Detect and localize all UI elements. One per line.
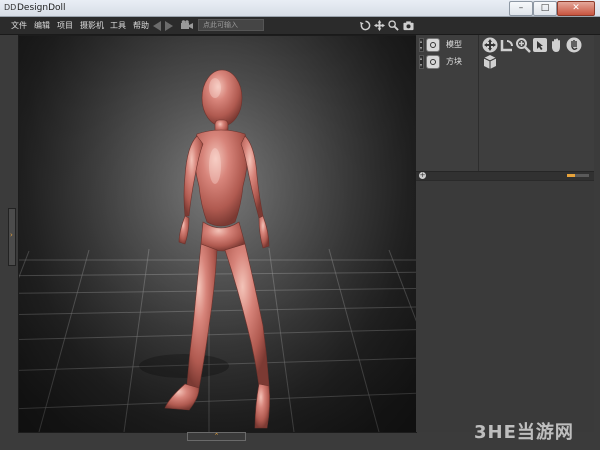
zoom-icon[interactable] [388,20,399,31]
snapshot-icon[interactable] [403,20,414,31]
visibility-icon[interactable] [426,55,440,69]
minimize-button[interactable]: – [509,1,533,16]
chevron-up-icon: ⌃ [213,432,220,440]
rotate-joint-icon[interactable] [499,37,515,53]
layer-label-model: 模型 [446,40,462,49]
move-icon[interactable] [374,20,385,31]
close-button[interactable]: ✕ [557,1,595,16]
layer-row-model[interactable]: 模型 [416,37,478,53]
add-layer-button[interactable]: + [419,172,426,179]
menu-help[interactable]: 帮助 [133,19,149,32]
menu-tools[interactable]: 工具 [110,19,126,32]
redo-icon[interactable] [165,21,173,31]
hand-pose-icon[interactable] [566,37,582,53]
layer-order-stepper[interactable] [419,38,424,52]
command-input[interactable] [198,19,264,31]
figure-shadow [139,354,229,378]
menu-project[interactable]: 项目 [57,19,73,32]
layer-order-stepper[interactable] [419,55,424,69]
menu-bar: 文件 编辑 项目 摄影机 工具 帮助 [0,17,600,35]
hand-icon[interactable] [549,37,565,53]
scene-canvas[interactable] [19,36,416,432]
app-icon: DD [4,3,17,12]
add-icon[interactable] [482,37,498,53]
window-title: DesignDoll [17,3,66,13]
side-panel-toggle[interactable]: › [8,208,16,266]
select-icon[interactable] [532,37,548,53]
undo-icon[interactable] [153,21,161,31]
app-window: DD DesignDoll – □ ✕ 文件 编辑 项目 摄影机 工具 帮助 点… [0,0,600,450]
layer-label-cube: 方块 [446,57,462,66]
cube-icon[interactable] [482,54,498,70]
camera-icon[interactable] [181,20,193,30]
menu-camera[interactable]: 摄影机 [80,19,104,32]
rotate-icon[interactable] [360,20,371,31]
maximize-button[interactable]: □ [533,1,557,16]
visibility-icon[interactable] [426,38,440,52]
watermark-logo: 3HE当游网 [474,422,574,443]
menu-file[interactable]: 文件 [11,19,27,32]
zoom-joint-icon[interactable] [515,37,531,53]
bottom-panel-toggle[interactable]: ⌃ [187,432,246,441]
chevron-right-icon: › [10,231,13,239]
panel-slider[interactable] [567,174,589,177]
title-bar: DD DesignDoll – □ ✕ [0,0,600,17]
panel-divider [478,35,479,171]
panel-slider-fill [567,174,575,177]
menu-edit[interactable]: 编辑 [34,19,50,32]
properties-panel [416,180,594,432]
layer-row-cube[interactable]: 方块 [416,54,478,70]
3d-viewport[interactable] [18,35,417,433]
